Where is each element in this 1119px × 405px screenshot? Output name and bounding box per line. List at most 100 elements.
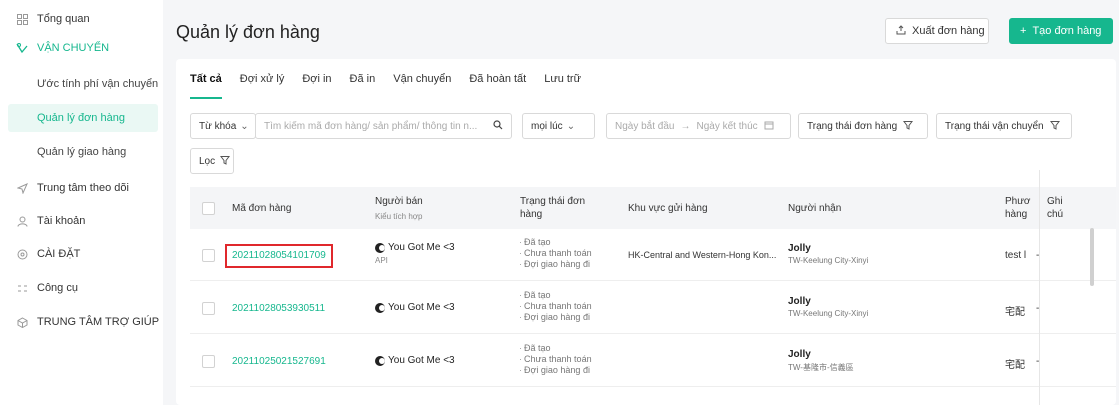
order-id-link[interactable]: 20211028054101709 [232, 250, 326, 261]
table-row[interactable]: 20211028053930511 You Got Me <3 Đã tạo C… [190, 282, 1116, 334]
export-orders-label: Xuất đơn hàng [912, 25, 985, 37]
order-status-label: Trạng thái đơn hàng [807, 120, 898, 132]
sidebar: Tổng quan VẬN CHUYỂN Ước tính phí vận ch… [0, 0, 163, 405]
tab-printed[interactable]: Đã in [350, 73, 376, 99]
sidebar-item-help[interactable]: TRUNG TÂM TRỢ GIÚP [0, 312, 159, 332]
seller-label: You Got Me <3 [388, 242, 455, 253]
status-item: Đợi giao hàng đi [520, 259, 592, 270]
pickup-area: HK-Central and Western-Hong Kon... [628, 250, 777, 260]
seller-cell: You Got Me <3 API [375, 242, 455, 265]
table-row[interactable]: 20211025021527691 You Got Me <3 Đã tạo C… [190, 335, 1116, 387]
tab-completed[interactable]: Đã hoàn tất [469, 73, 526, 99]
row-checkbox[interactable] [202, 355, 215, 368]
keyword-select[interactable]: Từ khóa ⌄ [190, 113, 256, 139]
receiver-address: TW-基隆市-信義區 [788, 363, 854, 372]
col-receiver: Người nhận [788, 203, 842, 214]
shipping-status-filter[interactable]: Trạng thái vận chuyển [936, 113, 1072, 139]
seller-cell: You Got Me <3 [375, 302, 455, 313]
sidebar-item-label: VẬN CHUYỂN [37, 42, 110, 54]
sidebar-item-fee-estimate[interactable]: Ước tính phí vận chuyển [37, 78, 158, 90]
sidebar-item-order-management[interactable]: Quản lý đơn hàng [37, 112, 125, 124]
seller-logo-icon [375, 355, 385, 366]
orders-panel: Tất cả Đợi xử lý Đợi in Đã in Vận chuyển… [176, 59, 1116, 405]
tab-pending[interactable]: Đợi xử lý [240, 73, 285, 99]
search-input[interactable]: Tìm kiếm mã đơn hàng/ sản phẩm/ thông ti… [255, 113, 512, 139]
orders-table: Mã đơn hàng Người bán Kiểu tích hợp Trạn… [190, 187, 1116, 405]
tab-awaiting-print[interactable]: Đợi in [302, 73, 331, 99]
receiver-name: Jolly [788, 296, 811, 307]
create-order-button[interactable]: + Tạo đơn hàng [1009, 18, 1113, 44]
main-content: Quản lý đơn hàng Xuất đơn hàng + Tạo đơn… [163, 0, 1119, 405]
sidebar-item-account[interactable]: Tài khoản [0, 211, 85, 231]
date-range-picker[interactable]: Ngày bắt đầu → Ngày kết thúc [606, 113, 791, 139]
shipping-icon [15, 41, 29, 55]
help-icon [15, 315, 29, 329]
status-list: Đã tạo Chưa thanh toán Đợi giao hàng đi [520, 290, 592, 323]
col-order-id: Mã đơn hàng [232, 203, 292, 214]
seller-name: You Got Me <3 [375, 302, 455, 313]
keyword-select-value: Từ khóa [199, 120, 237, 132]
row-checkbox[interactable] [202, 249, 215, 262]
chevron-down-icon: ⌄ [240, 120, 249, 132]
table-scrollbar[interactable] [1090, 228, 1094, 286]
seller-cell: You Got Me <3 [375, 355, 455, 366]
row-checkbox[interactable] [202, 302, 215, 315]
status-list: Đã tạo Chưa thanh toán Đợi giao hàng đi [520, 237, 592, 270]
search-placeholder: Tìm kiếm mã đơn hàng/ sản phẩm/ thông ti… [264, 120, 478, 132]
sidebar-item-tools[interactable]: Công cụ [0, 278, 78, 298]
tab-all[interactable]: Tất cả [190, 73, 222, 99]
status-item: Chưa thanh toán [520, 301, 592, 312]
tools-icon [15, 281, 29, 295]
receiver-cell: Jolly TW-Keelung City-Xinyi [788, 296, 868, 318]
col-order-status: Trạng thái đơn hàng [520, 196, 586, 220]
col-seller-label: Người bán [375, 196, 423, 207]
delivery-method: 宅配 [1005, 360, 1025, 371]
chevron-down-icon: ⌄ [566, 120, 576, 132]
seller-logo-icon [375, 302, 385, 313]
status-item: Chưa thanh toán [520, 248, 592, 259]
receiver-cell: Jolly TW-基隆市-信義區 [788, 349, 854, 373]
page-title: Quản lý đơn hàng [176, 22, 320, 42]
col-pickup-area: Khu vực gửi hàng [628, 203, 708, 214]
sidebar-item-delivery-management[interactable]: Quản lý giao hàng [37, 146, 126, 158]
sidebar-item-tracking[interactable]: Trung tâm theo dõi [0, 178, 129, 198]
order-id-link[interactable]: 20211028053930511 [232, 303, 325, 314]
search-icon[interactable] [493, 119, 503, 133]
shipping-status-label: Trạng thái vận chuyển [945, 120, 1044, 132]
sidebar-item-label: Trung tâm theo dõi [37, 182, 129, 194]
sidebar-item-overview[interactable]: Tổng quan [0, 9, 90, 29]
status-list: Đã tạo Chưa thanh toán Đợi giao hàng đi [520, 343, 592, 376]
sidebar-item-shipping[interactable]: VẬN CHUYỂN [0, 38, 109, 58]
create-order-label: Tạo đơn hàng [1032, 25, 1102, 37]
filter-button[interactable]: Lọc [190, 148, 234, 174]
sidebar-item-label: Tổng quan [37, 13, 90, 25]
table-row[interactable]: 20211028054101709 You Got Me <3 API Đã t… [190, 229, 1116, 281]
sidebar-item-label: TRUNG TÂM TRỢ GIÚP [37, 316, 160, 328]
order-id-link[interactable]: 20211025021527691 [232, 356, 326, 367]
sidebar-item-label: Tài khoản [37, 215, 86, 227]
col-delivery-method: Phươ hàng [1005, 196, 1031, 220]
user-icon [15, 214, 29, 228]
status-item: Đợi giao hàng đi [520, 312, 592, 323]
arrow-right-icon: → [680, 120, 691, 132]
delivery-method: test l [1005, 250, 1027, 261]
receiver-cell: Jolly TW-Keelung City-Xinyi [788, 243, 868, 265]
grid-icon [15, 12, 29, 26]
receiver-name: Jolly [788, 243, 811, 254]
seller-name: You Got Me <3 [375, 355, 455, 366]
settings-icon [15, 247, 29, 261]
tab-archive[interactable]: Lưu trữ [544, 73, 581, 99]
order-status-filter[interactable]: Trạng thái đơn hàng [798, 113, 928, 139]
export-icon [896, 24, 906, 38]
select-all-checkbox[interactable] [202, 202, 215, 215]
sidebar-item-settings[interactable]: CÀI ĐẶT [0, 244, 80, 264]
calendar-icon [764, 120, 774, 133]
integration-type: API [375, 256, 388, 265]
export-orders-button[interactable]: Xuất đơn hàng [885, 18, 989, 44]
plus-icon: + [1020, 25, 1027, 37]
sidebar-item-label: CÀI ĐẶT [37, 248, 81, 260]
status-item: Đã tạo [520, 237, 592, 248]
time-range-select[interactable]: mọi lúc ⌄ [522, 113, 595, 139]
tab-shipping[interactable]: Vận chuyển [393, 73, 451, 99]
seller-logo-icon [375, 242, 385, 253]
